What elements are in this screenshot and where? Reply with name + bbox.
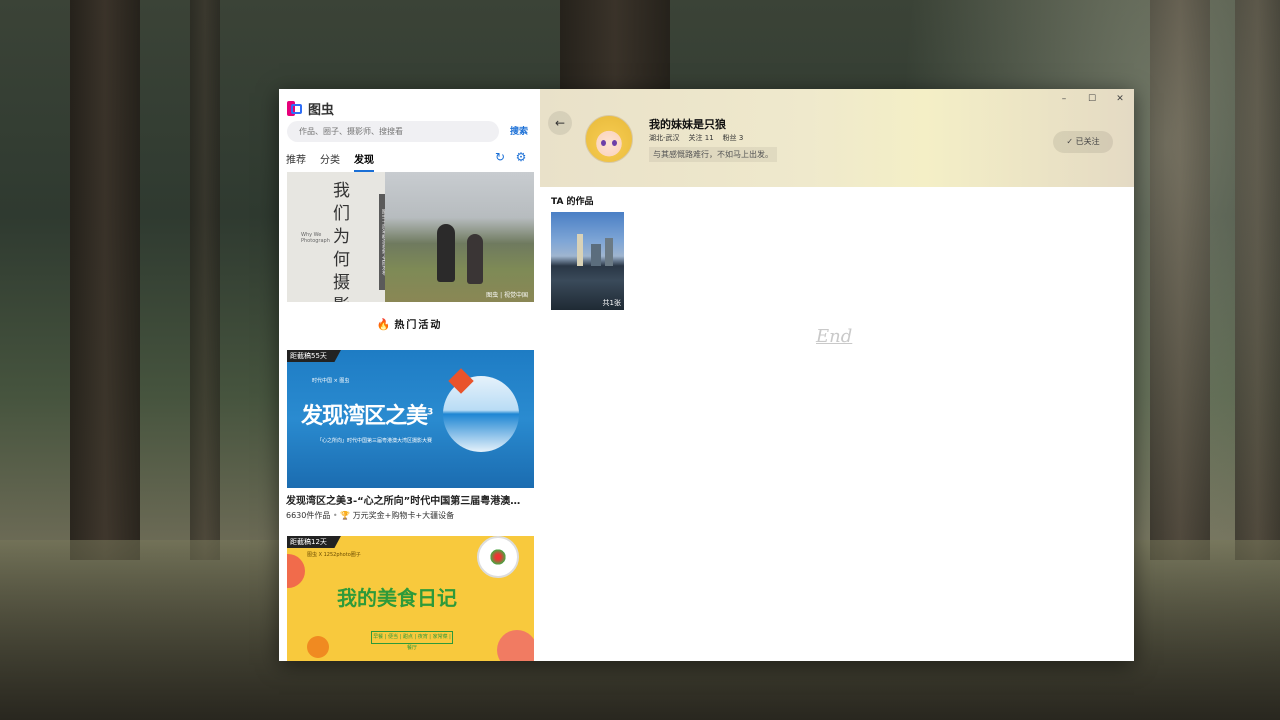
poster-caption: 「心之所向」时代中国第三届粤港澳大湾区摄影大赛 [317,438,433,444]
app-logo: 图虫 [287,99,334,118]
hot-activities-heading: 🔥 热门活动 [279,316,540,331]
avatar-eye [601,140,606,146]
activity-meta: 6630件作品 • 🏆 万元奖金+购物卡+大疆设备 [286,510,454,521]
poster-tags: 早餐 | 便当 | 甜点 | 夜宵 | 家常菜 | 餐厅 [371,631,453,651]
logo-icon [287,101,302,116]
avatar[interactable] [585,115,633,163]
building-graphic [591,244,601,266]
search-button[interactable]: 搜索 [510,124,528,137]
followed-button[interactable]: ✓ 已关注 [1053,131,1113,153]
followers-count[interactable]: 粉丝 3 [723,133,744,143]
tab-category[interactable]: 分类 [320,151,340,172]
banner-watermark: 图虫 | 视觉中国 [486,292,528,299]
end-marker: End [816,326,853,347]
minimize-button[interactable]: – [1050,91,1078,107]
banner-photo: 图虫 | 视觉中国 [385,172,534,302]
profile-header: – ☐ ✕ ← 我的妹妹是只狼 湖北-武汉 关注 11 粉丝 3 与其感慨路难行… [540,89,1134,187]
photographer-figure [437,224,455,282]
deadline-badge: 距截稿55天 [287,350,341,362]
settings-gear-icon[interactable]: ⚙ [515,151,527,163]
refresh-icon[interactable]: ↻ [494,151,506,163]
discover-pane: 图虫 搜索 推荐 分类 发现 ↻ ⚙ 我们为何摄影 Why We Photogr… [279,89,540,661]
poster-superscript: 3 [427,407,433,418]
photo-count-badge: 共1张 [602,299,621,307]
hot-title: 热门活动 [394,320,443,331]
watermelon-graphic [497,630,534,661]
tab-discover[interactable]: 发现 [354,151,374,172]
poster-title: 发现湾区之美3 [301,398,433,430]
works-section-title: TA 的作品 [551,197,594,207]
poster-title-text: 发现湾区之美 [301,404,428,429]
followed-label: 已关注 [1075,137,1100,146]
banner-text-panel: 我们为何摄影 Why We Photograph [287,172,385,302]
search-input[interactable] [287,121,499,142]
person-figure [467,234,483,284]
activity-poster[interactable]: 距截稿12天 图虫 X 1252photo圈子 我的美食日记 早餐 | 便当 |… [287,536,534,661]
works-count: 6630件作品 [286,511,331,520]
work-thumbnail[interactable]: 共1张 [551,212,624,310]
tree-trunk [70,0,140,560]
orange-graphic [307,636,329,658]
profile-bio: 与其感慨路难行，不如马上出发。 [649,147,777,162]
trophy-icon: 🏆 [340,511,351,520]
prize-text: 万元奖金+购物卡+大疆设备 [352,511,455,520]
meta-separator: • [332,511,338,520]
check-circle-icon: ✓ [1066,137,1074,146]
building-graphic [605,238,613,266]
close-button[interactable]: ✕ [1106,91,1134,107]
plate-graphic [477,536,519,578]
profile-pane: – ☐ ✕ ← 我的妹妹是只狼 湖北-武汉 关注 11 粉丝 3 与其感慨路难行… [540,89,1134,661]
tower-graphic [577,234,583,266]
avatar-eye [612,140,617,146]
profile-username: 我的妹妹是只狼 [649,118,726,131]
poster-sponsors: 时代中国 × 图虫 [312,378,350,384]
flame-icon: 🔥 [376,318,393,331]
app-window: 图虫 搜索 推荐 分类 发现 ↻ ⚙ 我们为何摄影 Why We Photogr… [279,89,1134,661]
following-count[interactable]: 关注 11 [689,133,714,143]
nav-tabs: 推荐 分类 发现 [286,151,374,172]
maximize-button[interactable]: ☐ [1078,91,1106,107]
window-controls: – ☐ ✕ [1050,91,1134,107]
profile-location: 湖北-武汉 [649,134,680,142]
app-name: 图虫 [308,103,335,118]
featured-banner[interactable]: 我们为何摄影 Why We Photograph 图虫十周年概念视频·全网发布 … [287,172,534,302]
tree-trunk [190,0,220,560]
tab-recommend[interactable]: 推荐 [286,151,306,172]
banner-english-caption: Why We Photograph [301,232,330,244]
deadline-badge: 距截稿12天 [287,536,341,548]
poster-title: 我的美食日记 [337,586,457,610]
activity-poster[interactable]: 距截稿55天 时代中国 × 图虫 发现湾区之美3 「心之所向」时代中国第三届粤港… [287,350,534,488]
activity-title[interactable]: 发现湾区之美3-“心之所向”时代中国第三届粤港澳… [286,492,533,507]
fruit-graphic [287,554,305,588]
poster-sponsors: 图虫 X 1252photo圈子 [307,552,361,558]
back-button[interactable]: ← [548,111,572,135]
tab-actions: ↻ ⚙ [494,151,527,163]
profile-stats: 湖北-武汉 关注 11 粉丝 3 [649,133,743,143]
search-bar: 搜索 [287,121,535,142]
